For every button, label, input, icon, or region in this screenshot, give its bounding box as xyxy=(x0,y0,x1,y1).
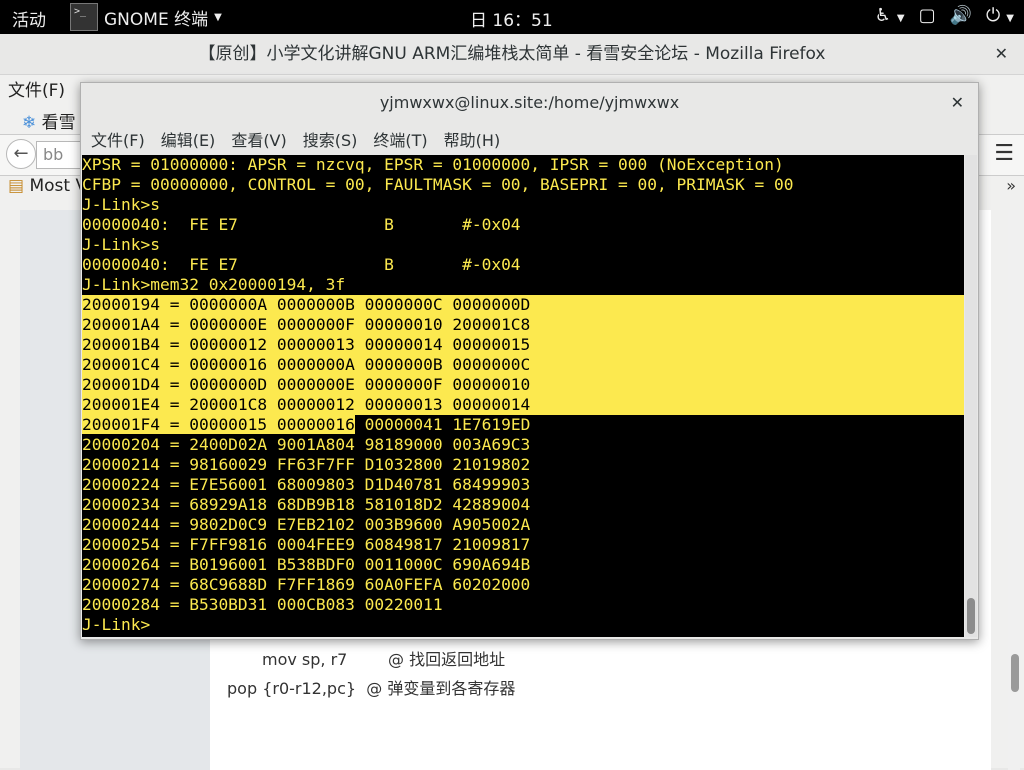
top-bar: 活动 GNOME 终端 ▼ 日 16：51 ♿▼ ▢ 🔊 ⏻▼ xyxy=(0,0,1024,34)
tab-label: 看雪 xyxy=(41,113,76,133)
terminal-line-selected: 200001B4 = 00000012 00000013 00000014 00… xyxy=(82,335,964,355)
activities-button[interactable]: 活动 xyxy=(12,6,46,31)
volume-icon: 🔊 xyxy=(949,5,973,26)
window-icon: ▢ xyxy=(918,5,936,26)
system-menu[interactable]: ♿ ▼ ▢ 🔊 ⏻ ▼ xyxy=(875,5,1014,26)
menu-search[interactable]: 搜索(S) xyxy=(303,127,358,151)
menu-help[interactable]: 帮助(H) xyxy=(444,127,501,151)
tab-kanxue[interactable]: ❄ 看雪 xyxy=(22,108,76,133)
menu-terminal[interactable]: 终端(T) xyxy=(373,127,427,151)
code-line: mov sp, r7 @ 找回返回地址 xyxy=(262,650,506,669)
terminal-window: yjmwxwx@linux.site:/home/yjmwxwx ✕ 文件(F)… xyxy=(80,82,979,640)
terminal-line: CFBP = 00000000, CONTROL = 00, FAULTMASK… xyxy=(82,175,794,194)
terminal-line: J-Link>s xyxy=(82,235,160,254)
menu-view[interactable]: 查看(V) xyxy=(231,127,286,151)
code-line: pop {r0-r12,pc} @ 弹变量到各寄存器 xyxy=(227,679,516,698)
close-icon[interactable]: ✕ xyxy=(995,34,1008,74)
close-icon[interactable]: ✕ xyxy=(951,83,964,123)
menu-file[interactable]: 文件(F) xyxy=(91,127,145,151)
terminal-titlebar: yjmwxwx@linux.site:/home/yjmwxwx ✕ xyxy=(81,83,978,123)
terminal-line: 20000214 = 98160029 FF63F7FF D1032800 21… xyxy=(82,455,531,474)
selected-text: 200001F4 = 00000015 00000016 xyxy=(82,415,355,434)
power-icon: ⏻ ▼ xyxy=(986,5,1014,26)
terminal-line: J-Link>mem32 0x20000194, 3f xyxy=(82,275,346,294)
firefox-titlebar: 【原创】小学文化讲解GNU ARM汇编堆栈太简单 - 看雪安全论坛 - Mozi… xyxy=(0,34,1024,75)
terminal-line: 20000274 = 68C9688D F7FF1869 60A0FEFA 60… xyxy=(82,575,531,594)
terminal-line-selected: 200001D4 = 0000000D 0000000E 0000000F 00… xyxy=(82,375,964,395)
terminal-app-icon xyxy=(70,3,98,31)
terminal-line: 20000244 = 9802D0C9 E7EB2102 003B9600 A9… xyxy=(82,515,531,534)
firefox-menubar: 文件(F) xyxy=(8,76,65,101)
terminal-line: 00000040: FE E7 B #-0x04 xyxy=(82,255,521,274)
accessibility-icon[interactable]: ♿ ▼ xyxy=(875,5,905,26)
terminal-line-selected: 200001E4 = 200001C8 00000012 00000013 00… xyxy=(82,395,964,415)
page-scroll-thumb[interactable] xyxy=(1011,654,1019,692)
terminal-line: 20000284 = B530BD31 000CB083 00220011 xyxy=(82,595,443,614)
folder-icon: ▤ xyxy=(8,176,25,196)
chevron-down-icon: ▼ xyxy=(214,11,222,23)
terminal-title: yjmwxwx@linux.site:/home/yjmwxwx xyxy=(379,93,680,112)
terminal-scrollbar[interactable] xyxy=(965,155,977,637)
unselected-text: 00000041 1E7619ED xyxy=(354,415,531,434)
terminal-line: J-Link>s xyxy=(82,195,160,214)
terminal-line: 20000224 = E7E56001 68009803 D1D40781 68… xyxy=(82,475,531,494)
clock[interactable]: 日 16：51 xyxy=(470,6,553,31)
menu-edit[interactable]: 编辑(E) xyxy=(161,127,216,151)
menu-file[interactable]: 文件(F) xyxy=(8,81,65,101)
bookmarks-bar: ▤ Most V xyxy=(8,176,87,196)
chevron-right-icon[interactable]: » xyxy=(1006,176,1016,195)
bookmark-most-visited[interactable]: Most V xyxy=(29,176,87,196)
terminal-line-partial-selection: 200001F4 = 00000015 00000016 00000041 1E… xyxy=(82,415,964,435)
terminal-prompt[interactable]: J-Link> xyxy=(82,615,964,635)
terminal-line: 20000264 = B0196001 B538BDF0 0011000C 69… xyxy=(82,555,531,574)
terminal-screen[interactable]: XPSR = 01000000: APSR = nzcvq, EPSR = 01… xyxy=(82,155,964,637)
firefox-title: 【原创】小学文化讲解GNU ARM汇编堆栈太简单 - 看雪安全论坛 - Mozi… xyxy=(198,44,826,64)
back-button[interactable]: ← xyxy=(6,139,36,169)
app-menu[interactable]: GNOME 终端 ▼ xyxy=(70,1,222,33)
snowflake-icon: ❄ xyxy=(22,113,37,133)
terminal-line: 20000254 = F7FF9816 0004FEE9 60849817 21… xyxy=(82,535,531,554)
url-text: bb xyxy=(43,145,64,164)
terminal-scroll-thumb[interactable] xyxy=(967,598,975,634)
terminal-line: 00000040: FE E7 B #-0x04 xyxy=(82,215,521,234)
menu-icon[interactable]: ☰ xyxy=(994,141,1014,166)
terminal-line-selected: 200001A4 = 0000000E 0000000F 00000010 20… xyxy=(82,315,964,335)
terminal-menubar: 文件(F) 编辑(E) 查看(V) 搜索(S) 终端(T) 帮助(H) xyxy=(81,123,978,155)
terminal-line: 20000234 = 68929A18 68DB9B18 581018D2 42… xyxy=(82,495,531,514)
app-name: GNOME 终端 xyxy=(104,9,209,30)
terminal-line-selected: 200001C4 = 00000016 0000000A 0000000B 00… xyxy=(82,355,964,375)
terminal-line: XPSR = 01000000: APSR = nzcvq, EPSR = 01… xyxy=(82,155,784,174)
terminal-line: 20000204 = 2400D02A 9001A804 98189000 00… xyxy=(82,435,531,454)
terminal-line-selected: 20000194 = 0000000A 0000000B 0000000C 00… xyxy=(82,295,964,315)
